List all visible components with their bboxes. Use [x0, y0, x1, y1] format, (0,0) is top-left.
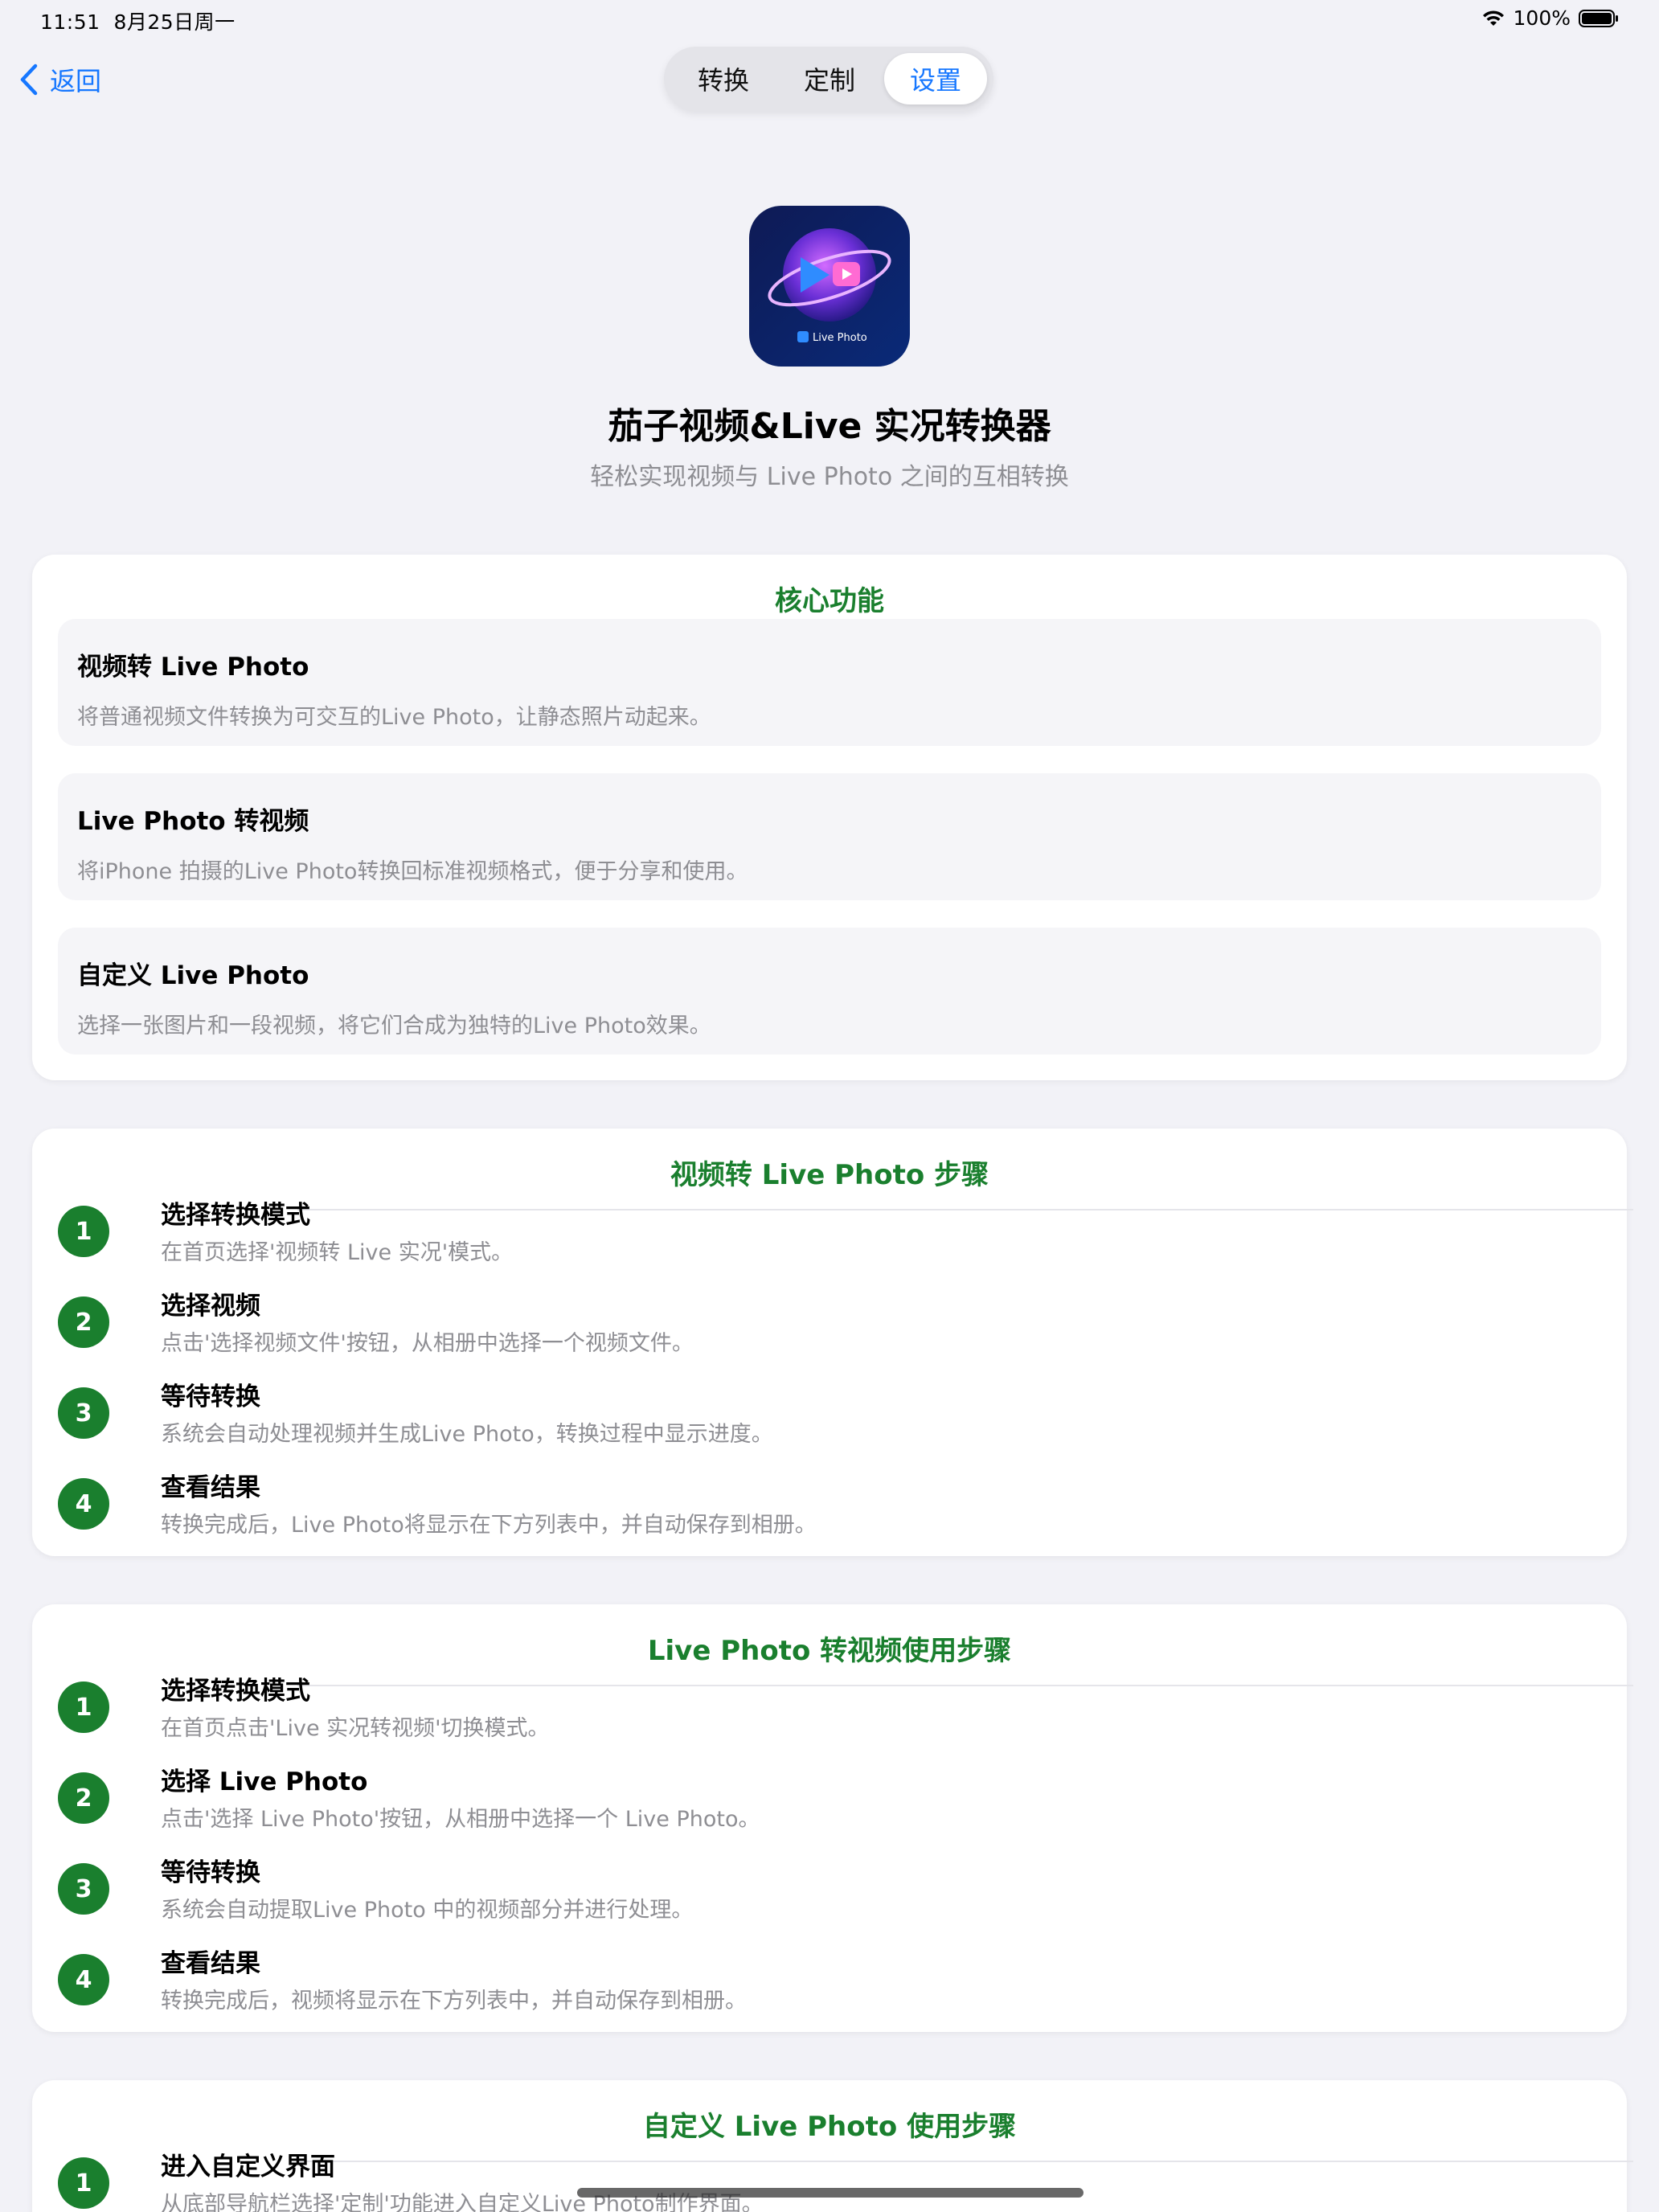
step-number-badge: 2	[58, 1296, 109, 1348]
step-desc: 点击'选择 Live Photo'按钮，从相册中选择一个 Live Photo。	[161, 1807, 760, 1832]
app-logo-wordmark: Live Photo	[813, 332, 867, 344]
wifi-icon	[1482, 10, 1504, 26]
feature-title: Live Photo 转视频	[77, 807, 309, 836]
features-card: 核心功能 视频转 Live Photo 将普通视频文件转换为可交互的Live P…	[32, 555, 1627, 1080]
step-desc: 在首页选择'视频转 Live 实况'模式。	[161, 1240, 514, 1265]
tab-convert[interactable]: 转换	[672, 53, 775, 104]
step-number-badge: 3	[58, 1387, 109, 1439]
live-to-video-card: Live Photo 转视频使用步骤 1 选择转换模式 在首页点击'Live 实…	[32, 1604, 1633, 2032]
segmented-control: 转换 定制 设置	[664, 47, 993, 111]
step-number-badge: 4	[58, 1478, 109, 1530]
app-subtitle: 轻松实现视频与 Live Photo 之间的互相转换	[590, 463, 1069, 491]
feature-desc: 将普通视频文件转换为可交互的Live Photo，让静态照片动起来。	[77, 705, 711, 730]
step-title: 选择转换模式	[161, 1201, 310, 1230]
app-name: 茄子视频&Live 实况转换器	[608, 406, 1051, 447]
feature-item: 视频转 Live Photo 将普通视频文件转换为可交互的Live Photo，…	[58, 619, 1601, 746]
step-item: 4 查看结果 转换完成后，Live Photo将显示在下方列表中，并自动保存到相…	[58, 1467, 1601, 1547]
home-indicator[interactable]	[577, 2188, 1083, 2198]
back-button[interactable]: 返回	[19, 59, 101, 100]
status-clock: 11:51	[40, 10, 100, 34]
step-desc: 点击'选择视频文件'按钮，从相册中选择一个视频文件。	[161, 1331, 694, 1356]
battery-icon	[1579, 9, 1618, 27]
step-desc: 转换完成后，Live Photo将显示在下方列表中，并自动保存到相册。	[161, 1513, 817, 1538]
step-number-badge: 4	[58, 1954, 109, 2005]
step-number-badge: 2	[58, 1772, 109, 1824]
feature-title: 自定义 Live Photo	[77, 961, 309, 990]
settings-page: 11:51 8月25日周一 100% 返回 转换 定制 设置 Live Phot…	[0, 0, 1659, 2212]
tab-settings[interactable]: 设置	[884, 53, 987, 104]
app-logo-icon: Live Photo	[749, 206, 910, 367]
step-item: 1 进入自定义界面 从底部导航栏选择'定制'功能进入自定义Live Photo制…	[58, 2146, 1601, 2212]
video-to-live-card: 视频转 Live Photo 步骤 1 选择转换模式 在首页选择'视频转 Liv…	[32, 1129, 1633, 1556]
step-title: 查看结果	[161, 1473, 260, 1502]
step-item: 2 选择视频 点击'选择视频文件'按钮，从相册中选择一个视频文件。	[58, 1285, 1601, 1366]
live-to-video-title: Live Photo 转视频使用步骤	[647, 1635, 1012, 1667]
feature-desc: 选择一张图片和一段视频，将它们合成为独特的Live Photo效果。	[77, 1014, 711, 1038]
step-title: 等待转换	[161, 1382, 260, 1411]
tab-customize[interactable]: 定制	[778, 53, 881, 104]
video-to-live-title: 视频转 Live Photo 步骤	[670, 1159, 989, 1191]
features-title: 核心功能	[775, 585, 884, 617]
step-title: 选择视频	[161, 1292, 260, 1321]
feature-title: 视频转 Live Photo	[77, 653, 309, 682]
back-label: 返回	[50, 66, 102, 96]
step-item: 4 查看结果 转换完成后，视频将显示在下方列表中，并自动保存到相册。	[58, 1943, 1601, 2023]
battery-percent: 100%	[1513, 6, 1571, 30]
step-item: 2 选择 Live Photo 点击'选择 Live Photo'按钮，从相册中…	[58, 1761, 1601, 1841]
step-title: 进入自定义界面	[161, 2153, 335, 2181]
step-desc: 转换完成后，视频将显示在下方列表中，并自动保存到相册。	[161, 1989, 747, 2013]
step-number-badge: 1	[58, 1682, 109, 1733]
status-date: 8月25日周一	[113, 10, 236, 34]
step-title: 等待转换	[161, 1858, 260, 1887]
status-time: 11:51 8月25日周一	[40, 6, 236, 35]
step-item: 1 选择转换模式 在首页点击'Live 实况转视频'切换模式。	[58, 1670, 1601, 1751]
step-title: 选择 Live Photo	[161, 1768, 368, 1796]
step-title: 查看结果	[161, 1949, 260, 1978]
step-number-badge: 1	[58, 2157, 109, 2209]
step-title: 选择转换模式	[161, 1677, 310, 1706]
step-desc: 系统会自动处理视频并生成Live Photo，转换过程中显示进度。	[161, 1422, 773, 1447]
step-item: 3 等待转换 系统会自动处理视频并生成Live Photo，转换过程中显示进度。	[58, 1376, 1601, 1456]
feature-desc: 将iPhone 拍摄的Live Photo转换回标准视频格式，便于分享和使用。	[77, 859, 748, 884]
step-number-badge: 1	[58, 1206, 109, 1257]
step-item: 3 等待转换 系统会自动提取Live Photo 中的视频部分并进行处理。	[58, 1852, 1601, 1932]
step-desc: 在首页点击'Live 实况转视频'切换模式。	[161, 1716, 550, 1741]
feature-item: 自定义 Live Photo 选择一张图片和一段视频，将它们合成为独特的Live…	[58, 928, 1601, 1055]
status-indicators: 100%	[1481, 6, 1619, 30]
chevron-left-icon	[20, 63, 38, 96]
step-item: 1 选择转换模式 在首页选择'视频转 Live 实况'模式。	[58, 1194, 1601, 1275]
step-desc: 系统会自动提取Live Photo 中的视频部分并进行处理。	[161, 1898, 694, 1923]
step-number-badge: 3	[58, 1863, 109, 1915]
status-bar: 11:51 8月25日周一 100%	[0, 0, 1659, 40]
feature-item: Live Photo 转视频 将iPhone 拍摄的Live Photo转换回标…	[58, 773, 1601, 900]
custom-title: 自定义 Live Photo 使用步骤	[642, 2111, 1017, 2143]
